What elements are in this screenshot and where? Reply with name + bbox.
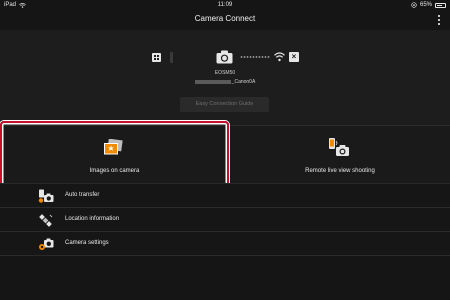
wifi-icon	[274, 52, 285, 62]
remote-live-view-label: Remote live view shooting	[305, 168, 375, 174]
list-item-auto-transfer[interactable]: Auto transfer	[0, 183, 450, 207]
list-item-camera-settings[interactable]: Camera settings	[0, 231, 450, 255]
auto-transfer-label: Auto transfer	[65, 192, 100, 198]
smartphone-icon	[170, 52, 173, 63]
auto-transfer-icon	[38, 189, 54, 203]
camera-model: EOSM50	[214, 70, 236, 76]
remote-live-view-tile[interactable]: Remote live view shooting	[229, 126, 450, 184]
status-time: 11:09	[217, 2, 233, 8]
images-on-camera-tile[interactable]: Images on camera	[0, 126, 229, 184]
camera-name: _Canon0A	[0, 79, 450, 85]
images-on-camera-label: Images on camera	[89, 168, 140, 174]
camera-settings-label: Camera settings	[65, 240, 109, 246]
camera-icon	[216, 50, 233, 64]
connection-status-row: ×	[0, 50, 450, 66]
page-title: Camera Connect	[194, 14, 256, 23]
more-options-button[interactable]	[436, 13, 442, 27]
images-icon	[104, 139, 123, 155]
menu-list: Auto transfer Location information Camer…	[0, 183, 450, 256]
battery-percent: 65%	[419, 2, 432, 8]
list-item-location-information[interactable]: Location information	[0, 207, 450, 231]
battery-fill	[437, 4, 442, 6]
disconnect-close-icon[interactable]: ×	[289, 52, 299, 62]
redacted-text	[194, 79, 231, 84]
satellite-icon	[39, 214, 53, 227]
list-divider	[0, 255, 450, 256]
status-bar: iPad 11:09 65%	[0, 0, 450, 10]
easy-connection-guide-button[interactable]: Easy Connection Guide	[180, 97, 269, 112]
connection-panel: × EOSM50 _Canon0A Easy Connection Guide	[0, 30, 450, 125]
camera-settings-icon	[39, 238, 54, 250]
status-right: 65%	[411, 2, 446, 8]
main-tiles: Images on camera Remote live view shooti…	[0, 125, 450, 184]
grid-icon	[152, 53, 161, 62]
battery-icon	[435, 2, 446, 8]
remote-shooting-icon	[329, 138, 349, 156]
connection-dots	[240, 56, 270, 58]
camera-name-suffix: _Canon0A	[231, 79, 256, 85]
nav-bar: Camera Connect	[0, 10, 450, 30]
lock-rotation-icon	[411, 2, 417, 8]
location-information-label: Location information	[65, 216, 120, 222]
